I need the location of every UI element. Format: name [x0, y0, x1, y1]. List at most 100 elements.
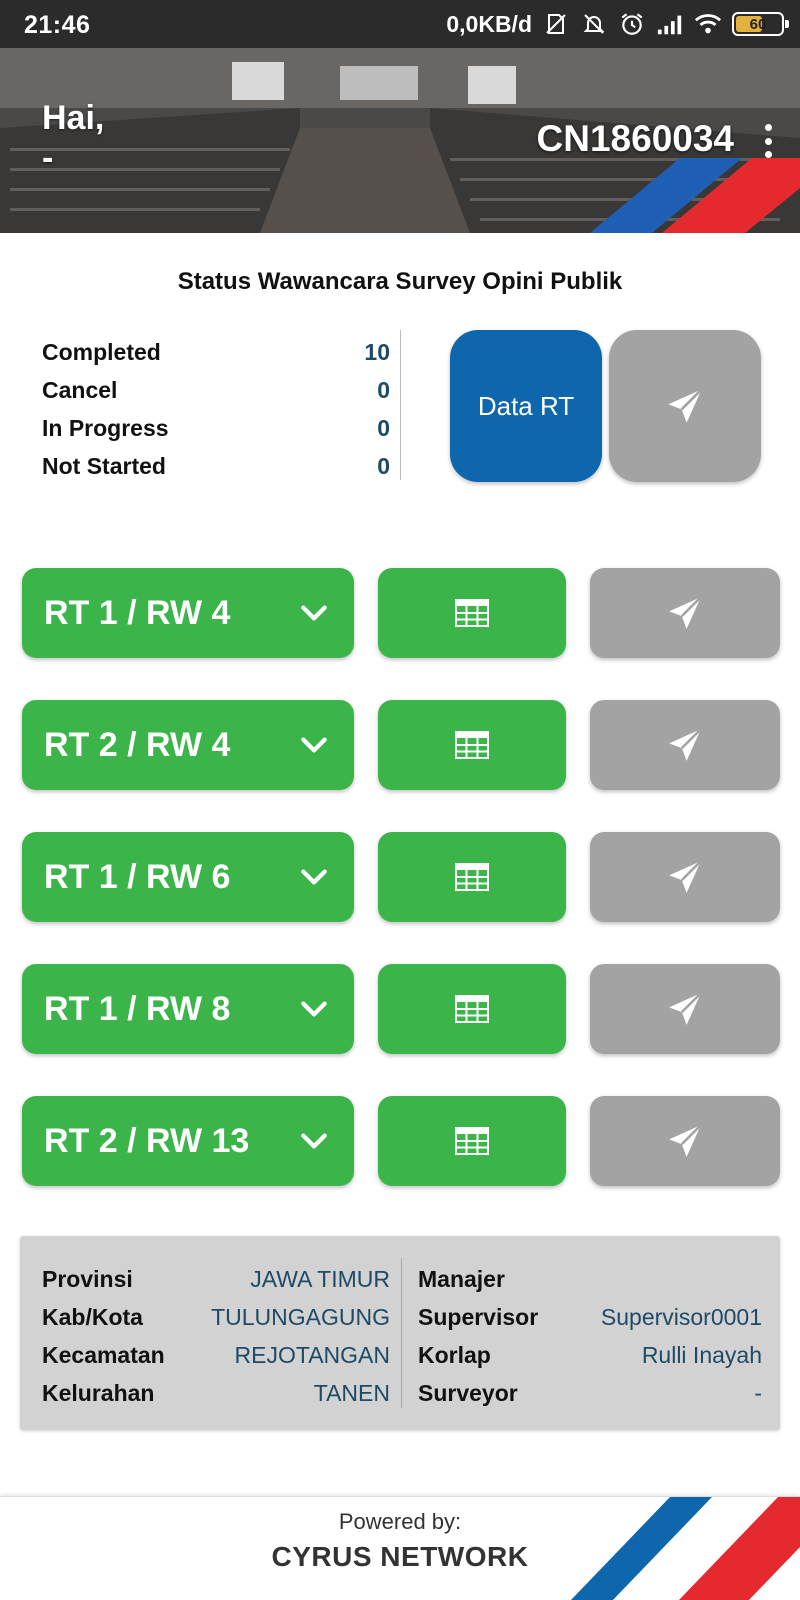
wifi-icon [694, 10, 722, 38]
status-title: Status Wawancara Survey Opini Publik [177, 268, 623, 295]
location-info: Provinsi JAWA TIMUR Kab/Kota TULUNGAGUNG… [42, 1260, 390, 1412]
rt-table-button[interactable] [378, 832, 566, 922]
status-time: 21:46 [24, 11, 91, 39]
info-row-manajer: Manajer [418, 1260, 762, 1298]
rt-row: RT 1 / RW 6 [22, 832, 782, 922]
no-sim-icon [542, 10, 570, 38]
rt-table-button[interactable] [378, 1096, 566, 1186]
info-key: Kecamatan [42, 1341, 165, 1368]
data-rt-button[interactable]: Data RT [450, 330, 602, 482]
rt-table-button[interactable] [378, 964, 566, 1054]
network-speed: 0,0KB/d [446, 10, 532, 37]
stat-cancel: Cancel 0 [42, 371, 390, 409]
greeting: Hai, - [42, 98, 104, 178]
table-icon [455, 1127, 489, 1155]
rt-send-button[interactable] [590, 568, 780, 658]
info-value: - [754, 1379, 762, 1406]
rt-select[interactable]: RT 1 / RW 8 [22, 964, 354, 1054]
chevron-down-icon [301, 869, 327, 885]
info-key: Manajer [418, 1265, 505, 1292]
info-row-kelurahan: Kelurahan TANEN [42, 1374, 390, 1412]
bell-off-icon [580, 10, 608, 38]
info-row-surveyor: Surveyor - [418, 1374, 762, 1412]
stat-in-progress: In Progress 0 [42, 409, 390, 447]
rt-row: RT 2 / RW 4 [22, 700, 782, 790]
stat-label: In Progress [42, 414, 169, 441]
more-menu-icon[interactable] [756, 124, 780, 158]
send-icon [668, 388, 703, 423]
rt-table-button[interactable] [378, 568, 566, 658]
info-value: JAWA TIMUR [250, 1265, 390, 1292]
info-key: Surveyor [418, 1379, 518, 1406]
battery-level: 60 [749, 15, 767, 33]
send-icon [669, 728, 702, 761]
divider [401, 1258, 402, 1408]
chevron-down-icon [301, 605, 327, 621]
info-row-kecamatan: Kecamatan REJOTANGAN [42, 1336, 390, 1374]
info-value: TULUNGAGUNG [211, 1303, 390, 1330]
stat-value: 0 [377, 414, 390, 441]
powered-by-text: Powered by: [338, 1509, 462, 1534]
rt-label: RT 1 / RW 4 [44, 593, 231, 632]
send-icon [669, 596, 702, 629]
status-summary: Completed 10 Cancel 0 In Progress 0 Not … [42, 333, 390, 485]
chevron-down-icon [301, 1133, 327, 1149]
battery-icon: 60 [732, 12, 789, 36]
info-row-kab-kota: Kab/Kota TULUNGAGUNG [42, 1298, 390, 1336]
user-name: - [42, 139, 54, 177]
app-screen: 21:46 0,0KB/d 60 Hai, - CN1860034 Status… [0, 0, 800, 1600]
info-row-supervisor: Supervisor Supervisor0001 [418, 1298, 762, 1336]
rt-select[interactable]: RT 2 / RW 4 [22, 700, 354, 790]
rt-table-button[interactable] [378, 700, 566, 790]
alarm-icon [618, 10, 646, 38]
chevron-down-icon [301, 1001, 327, 1017]
info-value: Rulli Inayah [641, 1341, 762, 1368]
info-row-korlap: Korlap Rulli Inayah [418, 1336, 762, 1374]
rt-send-button[interactable] [590, 964, 780, 1054]
brand-name: CYRUS NETWORK [271, 1541, 529, 1572]
table-icon [455, 995, 489, 1023]
info-key: Korlap [418, 1341, 491, 1368]
rt-select[interactable]: RT 2 / RW 13 [22, 1096, 354, 1186]
send-all-button[interactable] [609, 330, 761, 482]
stat-label: Cancel [42, 376, 118, 403]
info-value: Supervisor0001 [600, 1303, 762, 1330]
status-icons: 0,0KB/d 60 [446, 9, 789, 39]
location-info-panel: Provinsi JAWA TIMUR Kab/Kota TULUNGAGUNG… [20, 1236, 780, 1430]
stat-value: 10 [364, 338, 390, 365]
staff-info: Manajer Supervisor Supervisor0001 Korlap… [418, 1260, 762, 1412]
send-icon [669, 1124, 702, 1157]
send-icon [669, 992, 702, 1025]
status-bar: 21:46 0,0KB/d 60 [0, 0, 800, 48]
info-key: Provinsi [42, 1265, 133, 1292]
stat-label: Not Started [42, 452, 166, 479]
table-icon [455, 731, 489, 759]
info-row-provinsi: Provinsi JAWA TIMUR [42, 1260, 390, 1298]
rt-row: RT 2 / RW 13 [22, 1096, 782, 1186]
rt-send-button[interactable] [590, 1096, 780, 1186]
info-key: Kelurahan [42, 1379, 155, 1406]
table-icon [455, 863, 489, 891]
greeting-text: Hai, [42, 99, 105, 137]
info-key: Supervisor [418, 1303, 539, 1330]
info-value: REJOTANGAN [234, 1341, 390, 1368]
stat-not-started: Not Started 0 [42, 447, 390, 485]
signal-icon [656, 10, 684, 38]
rt-send-button[interactable] [590, 832, 780, 922]
rt-select[interactable]: RT 1 / RW 4 [22, 568, 354, 658]
rt-row: RT 1 / RW 4 [22, 568, 782, 658]
rt-send-button[interactable] [590, 700, 780, 790]
table-icon [455, 599, 489, 627]
send-icon [669, 860, 702, 893]
rt-label: RT 1 / RW 6 [44, 857, 231, 896]
rt-row: RT 1 / RW 8 [22, 964, 782, 1054]
divider [400, 330, 401, 480]
stat-value: 0 [377, 452, 390, 479]
stat-completed: Completed 10 [42, 333, 390, 371]
stat-label: Completed [42, 338, 161, 365]
rt-label: RT 2 / RW 4 [44, 725, 231, 764]
info-value: TANEN [313, 1379, 390, 1406]
rt-label: RT 1 / RW 8 [44, 989, 231, 1028]
header-banner: Hai, - CN1860034 [0, 48, 800, 233]
rt-select[interactable]: RT 1 / RW 6 [22, 832, 354, 922]
